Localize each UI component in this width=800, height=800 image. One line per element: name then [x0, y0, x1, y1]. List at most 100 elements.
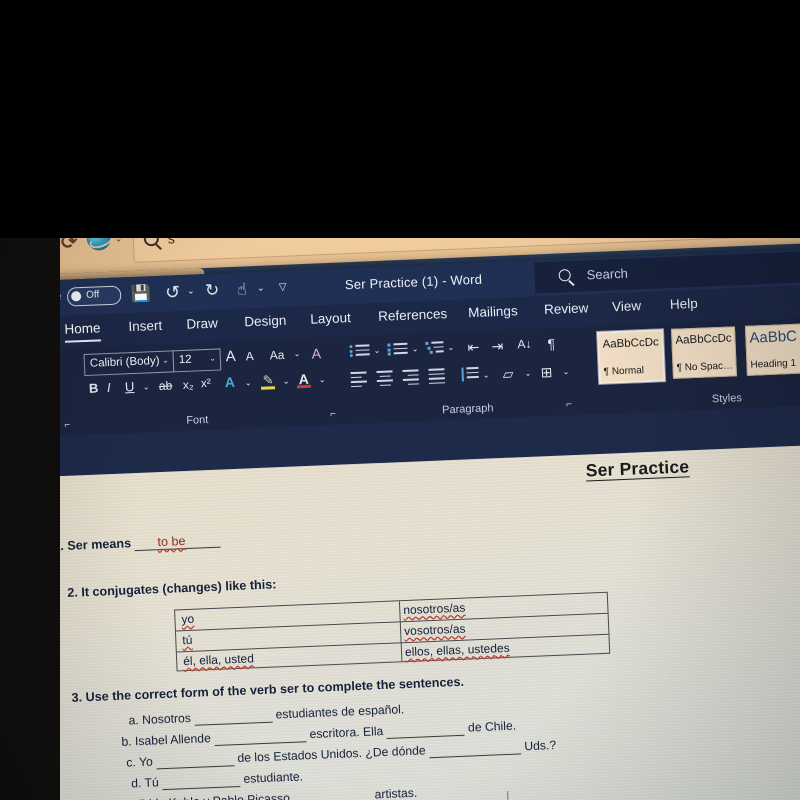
sentence-b-part3: de Chile. [467, 718, 517, 735]
font-size-value: 12 [178, 353, 192, 367]
question-1-text: 1. Ser means [53, 536, 132, 554]
clear-formatting-icon[interactable]: A [311, 345, 321, 361]
style-no-spacing[interactable]: AaBbCcDc ¶ No Spac… [670, 326, 737, 379]
text-effects-icon[interactable]: A [224, 374, 235, 390]
chevron-down-icon[interactable]: ⌄ [483, 370, 490, 379]
change-case-icon[interactable]: Aa [269, 348, 284, 363]
dialog-launcher-icon[interactable]: ⌐ [64, 420, 70, 431]
sentence-b-part2: escritora. Ella [309, 724, 384, 742]
answer-blank[interactable] [428, 739, 522, 759]
line-spacing-icon[interactable] [460, 366, 479, 382]
align-center-icon[interactable] [376, 370, 393, 389]
chevron-down-icon[interactable]: ⌄ [319, 375, 326, 384]
undo-icon[interactable]: ↺ [165, 282, 181, 304]
sentence-a-part1: a. Nosotros [128, 710, 192, 728]
question-2: 2. It conjugates (changes) like this: [67, 577, 277, 600]
save-icon[interactable]: 💾 [131, 283, 152, 303]
decrease-indent-icon[interactable]: ⇤ [467, 339, 479, 356]
autosave-toggle[interactable]: Off [66, 285, 122, 307]
touch-mode-icon[interactable]: ☝ [237, 279, 248, 298]
chevron-down-icon: ⌄ [161, 355, 170, 365]
increase-indent-icon[interactable]: ⇥ [491, 338, 503, 355]
chevron-down-icon[interactable]: ⌄ [525, 369, 532, 378]
justify-icon[interactable] [428, 368, 446, 387]
document-title: Ser Practice (1) - Word [344, 271, 483, 293]
grow-font-icon[interactable]: A [225, 348, 236, 365]
answer-blank[interactable] [292, 787, 372, 800]
show-formatting-marks-icon[interactable]: ¶ [547, 336, 555, 352]
answer-blank[interactable] [213, 727, 307, 747]
tab-help[interactable]: Help [670, 296, 698, 312]
tab-references[interactable]: References [378, 306, 448, 324]
chevron-down-icon[interactable]: ⌄ [562, 367, 569, 376]
chevron-down-icon[interactable]: ⌄ [447, 343, 454, 352]
answer-blank[interactable] [386, 720, 465, 739]
answer-blank[interactable] [161, 771, 241, 791]
numbering-icon[interactable] [387, 342, 408, 358]
style-preview: AaBbCcDc [675, 332, 732, 347]
style-name: ¶ No Spac… [676, 360, 734, 374]
style-name: Heading 1 [750, 357, 797, 371]
tab-view[interactable]: View [612, 298, 642, 314]
align-left-icon[interactable] [350, 371, 367, 390]
question-1-answer: to be [156, 533, 187, 551]
font-name-combobox[interactable]: Calibri (Body) ⌄ [83, 350, 175, 377]
chevron-down-icon[interactable]: ⌄ [143, 382, 150, 391]
customize-quick-access-icon[interactable]: ▽ [279, 282, 287, 293]
sentence-e-part1: e. Frida Kahlo y Pablo Picasso [124, 791, 290, 800]
underline-button[interactable]: U [125, 379, 135, 394]
answer-blank[interactable] [155, 751, 235, 770]
style-preview: AaBbCcDc [602, 336, 660, 351]
subscript-button[interactable]: x₂ [183, 378, 194, 392]
answer-blank[interactable] [193, 707, 273, 726]
group-label-font: Font [186, 413, 209, 427]
dialog-launcher-icon[interactable]: ⌐ [566, 399, 572, 410]
sentence-d-part1: d. Tú [130, 775, 159, 791]
sentence-d-part2: estudiante. [243, 769, 304, 786]
shrink-font-icon[interactable]: A [245, 349, 254, 363]
monitor-screen: ← → ⟳ ⌄ s New Tab ✕ AutoSave [0, 185, 800, 800]
shading-icon[interactable]: ▱ [502, 365, 513, 382]
document-heading: Ser Practice [585, 456, 690, 481]
superscript-button[interactable]: x² [201, 376, 212, 390]
question-3: 3. Use the correct form of the verb ser … [71, 674, 465, 705]
monitor-bezel-top [0, 0, 800, 238]
document-page[interactable]: Ser Practice 1. Ser means to be 2. It co… [40, 442, 800, 800]
redo-icon[interactable]: ↻ [205, 280, 220, 301]
style-preview: AaBbC [749, 327, 798, 347]
chevron-down-icon[interactable]: ⌄ [294, 349, 301, 358]
strikethrough-button[interactable]: ab [159, 378, 173, 393]
tab-review[interactable]: Review [544, 300, 589, 317]
italic-button[interactable]: I [107, 380, 111, 395]
chevron-down-icon[interactable]: ⌄ [283, 377, 290, 386]
align-right-icon[interactable] [402, 369, 420, 388]
tab-insert[interactable]: Insert [128, 318, 162, 334]
conjugation-table: yo nosotros/as tú vosotros/as él, ella, … [174, 591, 611, 672]
tab-mailings[interactable]: Mailings [468, 303, 518, 320]
tab-draw[interactable]: Draw [186, 316, 218, 332]
tab-design[interactable]: Design [244, 313, 287, 330]
bullets-icon[interactable] [349, 344, 370, 359]
tab-home[interactable]: Home [64, 320, 101, 336]
chevron-down-icon[interactable]: ⌄ [187, 286, 195, 296]
borders-icon[interactable]: ⊞ [540, 364, 552, 381]
toggle-knob [70, 290, 82, 302]
autosave-state: Off [85, 289, 100, 301]
tab-layout[interactable]: Layout [310, 310, 351, 327]
style-normal[interactable]: AaBbCcDc ¶ Normal [597, 329, 666, 384]
bold-button[interactable]: B [89, 380, 99, 395]
text-cursor-icon: I [505, 787, 510, 800]
dialog-launcher-icon[interactable]: ⌐ [330, 409, 336, 420]
style-heading-1[interactable]: AaBbC Heading 1 [744, 323, 800, 376]
sentence-c-part1: c. Yo [126, 754, 154, 770]
chevron-down-icon[interactable]: ⌄ [411, 344, 418, 353]
sort-icon[interactable]: A↓ [517, 337, 532, 352]
font-size-combobox[interactable]: 12 ⌄ [172, 348, 222, 373]
cell-tu: tú [182, 632, 193, 648]
chevron-down-icon[interactable]: ⌄ [257, 284, 265, 294]
chevron-down-icon[interactable]: ⌄ [373, 346, 380, 355]
multilevel-list-icon[interactable] [425, 341, 444, 356]
chevron-down-icon[interactable]: ⌄ [245, 378, 252, 387]
word-window: AutoSave Off 💾 ↺ ⌄ ↻ ☝ ⌄ ▽ Ser Practice … [0, 247, 800, 800]
sentence-c-part2: de los Estados Unidos. ¿De dónde [237, 743, 426, 766]
